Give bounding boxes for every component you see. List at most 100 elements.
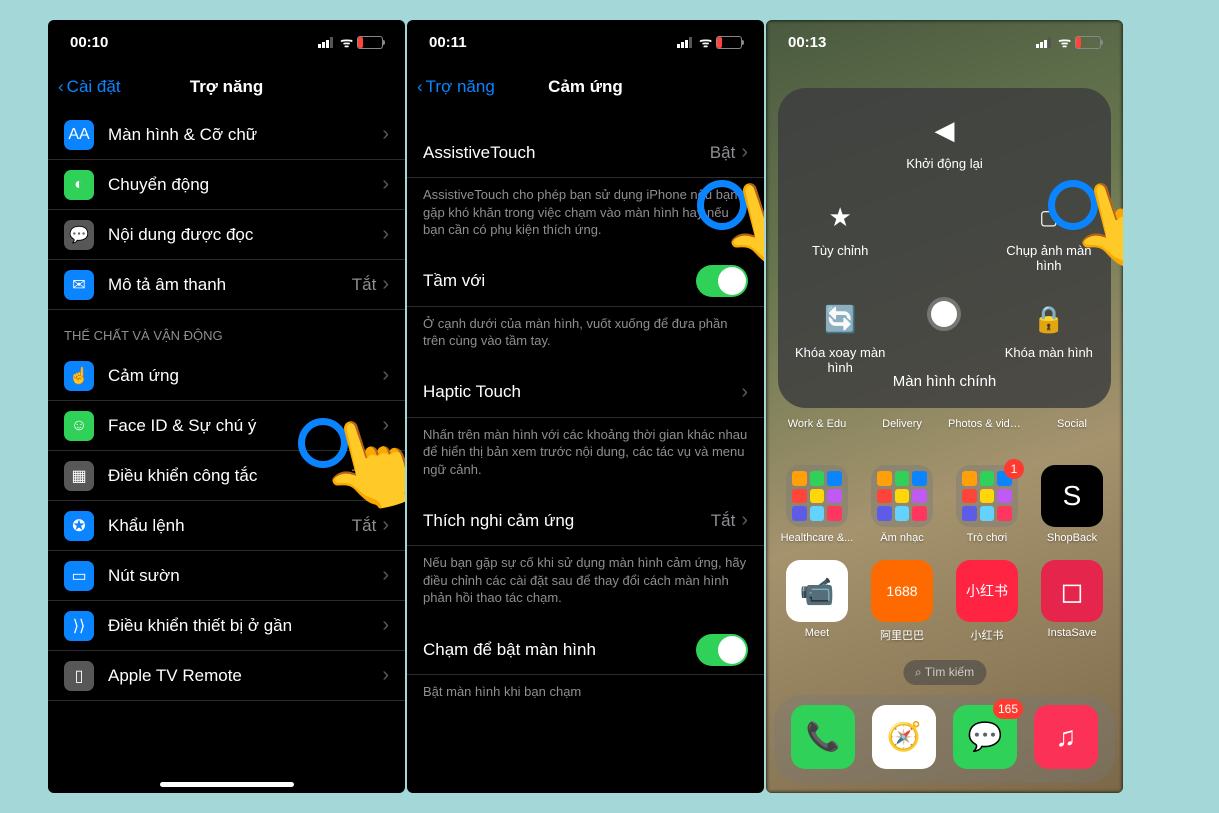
dock-app[interactable]: 💬165: [953, 705, 1017, 769]
app-icon: ◻: [1041, 560, 1103, 622]
settings-row[interactable]: Haptic Touch›: [407, 368, 764, 418]
back-button[interactable]: ‹ Cài đặt: [58, 77, 121, 97]
app-icon: 小红书: [956, 560, 1018, 622]
home-indicator[interactable]: [160, 782, 294, 787]
settings-row[interactable]: AssistiveTouchBật›: [407, 128, 764, 178]
page-title: Cảm ứng: [548, 77, 623, 97]
chevron-right-icon: ›: [741, 381, 748, 404]
row-icon: ☝: [64, 361, 94, 391]
chevron-right-icon: ›: [382, 173, 389, 196]
toggle-switch[interactable]: [696, 265, 748, 297]
battery-icon: [1075, 36, 1101, 49]
chevron-left-icon: ‹: [417, 77, 423, 97]
settings-row[interactable]: ✉ Mô tả âm thanh Tắt ›: [48, 260, 405, 310]
row-value: Bật: [710, 143, 736, 163]
row-value: Tắt: [352, 466, 377, 486]
screenshot-icon: ▢: [1031, 199, 1067, 235]
app[interactable]: 1 Trò chơi: [948, 465, 1026, 544]
dock-app[interactable]: 🧭: [872, 705, 936, 769]
app[interactable]: Delivery: [863, 418, 941, 430]
signal-icon: [1036, 36, 1054, 48]
app-icon: 📹: [786, 560, 848, 622]
dock-app[interactable]: ♫: [1034, 705, 1098, 769]
at-screenshot[interactable]: ▢ Chụp ảnh màn hình: [999, 199, 1099, 273]
status-icons: ᯤ: [677, 33, 742, 52]
at-rotation-lock[interactable]: 🔄 Khóa xoay màn hình: [790, 301, 890, 375]
app-label: Photos & videos: [948, 418, 1026, 430]
app[interactable]: 📹Meet: [778, 560, 856, 643]
time: 00:11: [429, 34, 467, 51]
dock-app[interactable]: 📞: [791, 705, 855, 769]
at-home[interactable]: [894, 301, 994, 375]
signal-icon: [677, 36, 695, 48]
app[interactable]: Healthcare &...: [778, 465, 856, 544]
settings-row[interactable]: AA Màn hình & Cỡ chữ ›: [48, 110, 405, 160]
row-icon: ☺: [64, 411, 94, 441]
chevron-right-icon: ›: [382, 414, 389, 437]
rotation-lock-icon: 🔄: [822, 301, 858, 337]
app[interactable]: 小红书小红书: [948, 560, 1026, 643]
settings-row[interactable]: ☺ Face ID & Sự chú ý ›: [48, 401, 405, 451]
row-icon: ◐: [64, 170, 94, 200]
at-restart[interactable]: ◀ Khởi động lại: [894, 112, 994, 171]
settings-row[interactable]: ☝ Cảm ứng ›: [48, 351, 405, 401]
app[interactable]: 1688阿里巴巴: [863, 560, 941, 643]
row-label: Chạm để bật màn hình: [423, 640, 696, 660]
nav-header: ‹ Trợ năng Cảm ứng: [407, 64, 764, 110]
chevron-right-icon: ›: [382, 614, 389, 637]
row-icon: ▯: [64, 661, 94, 691]
at-label: Khởi động lại: [906, 156, 982, 171]
back-button[interactable]: ‹ Trợ năng: [417, 77, 495, 97]
dock: 📞 🧭 💬165 ♫: [774, 695, 1115, 783]
app[interactable]: ◻InstaSave: [1033, 560, 1111, 643]
app-label: ShopBack: [1047, 532, 1097, 544]
row-label: Face ID & Sự chú ý: [108, 416, 382, 436]
settings-row[interactable]: ▯ Apple TV Remote ›: [48, 651, 405, 701]
settings-row[interactable]: ✪ Khẩu lệnh Tắt ›: [48, 501, 405, 551]
settings-row[interactable]: ⟩⟩ Điều khiển thiết bị ở gần ›: [48, 601, 405, 651]
app-label: 小红书: [971, 627, 1004, 643]
settings-row[interactable]: 💬 Nội dung được đọc ›: [48, 210, 405, 260]
row-label: Tầm với: [423, 271, 696, 291]
phone-2-touch: 00:11 ᯤ ‹ Trợ năng Cảm ứng AssistiveTouc…: [407, 20, 764, 793]
toggle-switch[interactable]: [696, 634, 748, 666]
row-label: Thích nghi cảm ứng: [423, 511, 711, 531]
settings-row[interactable]: Thích nghi cảm ứngTắt›: [407, 496, 764, 546]
settings-row[interactable]: ◐ Chuyển động ›: [48, 160, 405, 210]
folder-icon: 1: [956, 465, 1018, 527]
app[interactable]: SShopBack: [1033, 465, 1111, 544]
search-label: Tìm kiếm: [925, 665, 974, 679]
app[interactable]: Âm nhạc: [863, 465, 941, 544]
chevron-right-icon: ›: [382, 564, 389, 587]
footer-text: AssistiveTouch cho phép bạn sử dụng iPho…: [407, 178, 764, 257]
row-icon: ✪: [64, 511, 94, 541]
status-icons: ᯤ: [318, 33, 383, 52]
row-label: Apple TV Remote: [108, 666, 382, 686]
app[interactable]: Photos & videos: [948, 418, 1026, 430]
settings-row[interactable]: Tầm với: [407, 257, 764, 307]
search-pill[interactable]: ⌕ Tìm kiếm: [903, 660, 986, 685]
at-home-label: Màn hình chính: [778, 373, 1111, 390]
at-lock[interactable]: 🔒 Khóa màn hình: [999, 301, 1099, 375]
nav-header: ‹ Cài đặt Trợ năng: [48, 64, 405, 110]
settings-row[interactable]: ▦ Điều khiển công tắc Tắt ›: [48, 451, 405, 501]
app-icon: 1688: [871, 560, 933, 622]
row-label: Nút sườn: [108, 566, 382, 586]
app-label: Trò chơi: [967, 532, 1007, 544]
assistivetouch-panel: ◀ Khởi động lại ★ Tùy chỉnh ▢ Chụp ảnh m…: [778, 88, 1111, 408]
settings-row[interactable]: ▭ Nút sườn ›: [48, 551, 405, 601]
app[interactable]: Work & Edu: [778, 418, 856, 430]
app[interactable]: Social: [1033, 418, 1111, 430]
phone-1-accessibility: 00:10 ᯤ ‹ Cài đặt Trợ năng AA Màn hình &…: [48, 20, 405, 793]
row-icon: ⟩⟩: [64, 611, 94, 641]
footer-text: Nhấn trên màn hình với các khoảng thời g…: [407, 418, 764, 497]
wifi-icon: ᯤ: [699, 33, 712, 52]
at-custom[interactable]: ★ Tùy chỉnh: [790, 199, 890, 273]
home-dot-icon: [931, 301, 957, 327]
row-label: Nội dung được đọc: [108, 225, 382, 245]
row-value: Tắt: [352, 516, 377, 536]
section-header-physical: THỂ CHẤT VÀ VẬN ĐỘNG: [48, 310, 405, 351]
row-value: Tắt: [711, 511, 736, 531]
settings-row[interactable]: Chạm để bật màn hình: [407, 625, 764, 675]
battery-icon: [357, 36, 383, 49]
